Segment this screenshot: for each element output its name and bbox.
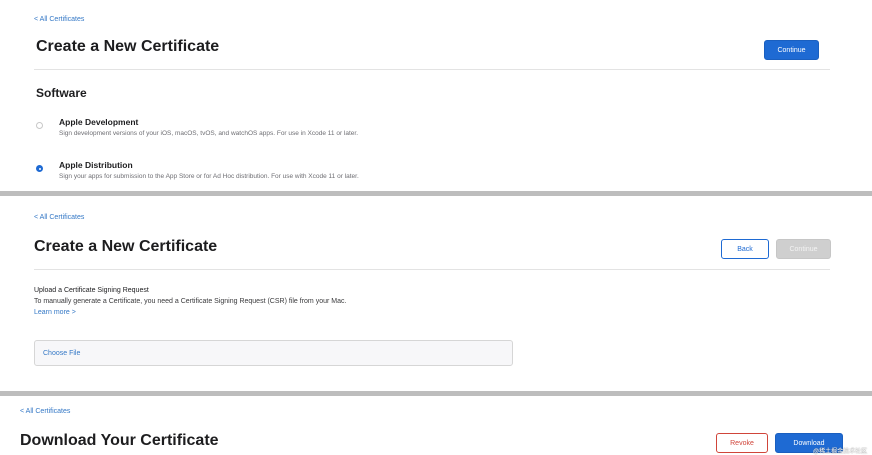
breadcrumb-all-certificates[interactable]: < All Certificates (34, 16, 84, 23)
breadcrumb-all-certificates[interactable]: < All Certificates (20, 408, 70, 415)
page-title: Create a New Certificate (36, 38, 220, 55)
panel-upload-csr: < All Certificates Create a New Certific… (0, 196, 872, 391)
title-divider (34, 269, 830, 270)
option-title-apple-development: Apple Development (59, 117, 139, 127)
revoke-button[interactable]: Revoke (716, 433, 768, 453)
option-desc-apple-distribution: Sign your apps for submission to the App… (59, 173, 359, 180)
learn-more-link[interactable]: Learn more > (34, 309, 76, 316)
breadcrumb-all-certificates[interactable]: < All Certificates (34, 214, 84, 221)
panel-download: < All Certificates Download Your Certifi… (0, 396, 872, 455)
option-title-apple-distribution: Apple Distribution (59, 160, 133, 170)
upload-title: Upload a Certificate Signing Request (34, 287, 149, 294)
page-title: Download Your Certificate (20, 432, 219, 449)
panel-choose-type: < All Certificates Create a New Certific… (0, 0, 872, 191)
choose-file-input[interactable]: Choose File (34, 340, 513, 366)
back-button[interactable]: Back (721, 239, 769, 259)
upload-description: To manually generate a Certificate, you … (34, 298, 347, 305)
continue-button-disabled: Continue (776, 239, 831, 259)
title-divider (34, 69, 830, 70)
section-title-software: Software (36, 86, 87, 100)
radio-apple-development[interactable] (36, 122, 43, 129)
continue-button[interactable]: Continue (764, 40, 819, 60)
page-title: Create a New Certificate (34, 238, 218, 255)
radio-apple-distribution[interactable] (36, 165, 43, 172)
watermark-text: @稀土掘金技术社区 (813, 449, 868, 455)
option-desc-apple-development: Sign development versions of your iOS, m… (59, 130, 359, 137)
